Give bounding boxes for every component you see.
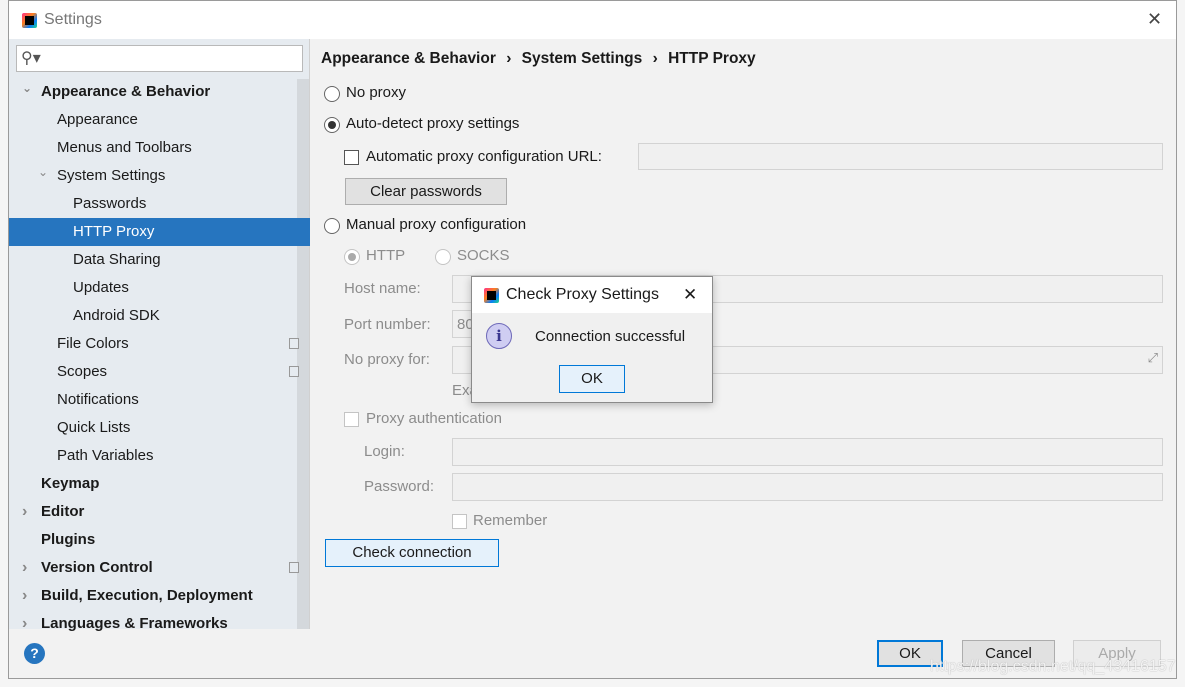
auto-config-url-checkbox[interactable] (344, 150, 359, 165)
clear-passwords-button[interactable]: Clear passwords (345, 178, 507, 205)
sidebar-item-label: Scopes (57, 363, 108, 380)
sidebar-item-label: Appearance & Behavior (41, 83, 211, 100)
proxy-auth-label[interactable]: Proxy authentication (366, 410, 502, 427)
breadcrumb-item: HTTP Proxy (668, 50, 756, 67)
login-input[interactable] (452, 438, 1163, 466)
auto-detect-radio[interactable] (324, 117, 340, 133)
dialog-ok-button[interactable]: OK (559, 365, 625, 393)
proxy-auth-checkbox[interactable] (344, 412, 359, 427)
breadcrumb-item[interactable]: Appearance & Behavior (321, 50, 496, 67)
sidebar-item-label: Version Control (41, 559, 153, 576)
sidebar-item[interactable]: Notifications (9, 386, 297, 414)
dialog-message: Connection successful (535, 328, 686, 345)
sidebar-item[interactable]: File Colors (9, 330, 299, 358)
no-proxy-for-label: No proxy for: (344, 351, 430, 368)
breadcrumb: Appearance & Behavior › System Settings … (321, 50, 756, 68)
breadcrumb-item[interactable]: System Settings (522, 50, 643, 67)
sidebar-item[interactable]: Menus and Toolbars (9, 134, 297, 162)
info-icon: i (486, 323, 512, 349)
sidebar-item[interactable]: › Version Control (9, 554, 299, 582)
remember-checkbox[interactable] (452, 514, 467, 529)
port-number-label: Port number: (344, 316, 431, 333)
auto-detect-label[interactable]: Auto-detect proxy settings (346, 115, 519, 132)
sidebar-item-label: Notifications (57, 391, 139, 408)
sidebar-item-label: System Settings (57, 167, 166, 184)
socks-radio[interactable] (435, 249, 451, 265)
sidebar-item[interactable]: Updates (9, 274, 297, 302)
project-scope-icon (289, 562, 299, 573)
sidebar-item-label: Plugins (41, 531, 96, 548)
breadcrumb-separator: › (652, 50, 658, 67)
chevron-right-icon[interactable]: › (22, 498, 27, 526)
sidebar-item[interactable]: Path Variables (9, 442, 297, 470)
help-icon[interactable]: ? (24, 643, 45, 664)
sidebar-item[interactable]: ⌄ Appearance & Behavior (9, 78, 297, 106)
sidebar-item-label: Build, Execution, Deployment (41, 587, 253, 604)
http-label[interactable]: HTTP (366, 247, 405, 264)
login-label: Login: (364, 443, 405, 460)
sidebar-item[interactable]: Android SDK (9, 302, 297, 330)
intellij-logo-icon (484, 288, 499, 303)
sidebar-item-label: Quick Lists (57, 419, 131, 436)
watermark: https://blog.csdn.net/qq_43416157 (930, 658, 1176, 675)
host-name-label: Host name: (344, 280, 421, 297)
auto-config-url-input[interactable] (638, 143, 1163, 170)
settings-sidebar: ⚲▾ ⌄ Appearance & Behavior Appearance Menus… (9, 39, 310, 632)
breadcrumb-separator: › (506, 50, 512, 67)
project-scope-icon (289, 338, 299, 349)
sidebar-item[interactable]: Quick Lists (9, 414, 297, 442)
manual-proxy-radio[interactable] (324, 218, 340, 234)
sidebar-item-label: Data Sharing (73, 251, 161, 268)
title-bar: Settings ✕ (9, 1, 1176, 39)
sidebar-item[interactable]: ⌄ System Settings (9, 162, 297, 190)
sidebar-item[interactable]: Plugins (9, 526, 297, 554)
sidebar-item-label: Appearance (57, 111, 138, 128)
window-title: Settings (44, 11, 102, 28)
dialog-title-bar: Check Proxy Settings ✕ (472, 277, 712, 313)
scrollbar[interactable] (297, 79, 309, 629)
sidebar-item-label: File Colors (57, 335, 129, 352)
sidebar-item[interactable]: Appearance (9, 106, 297, 134)
check-connection-button[interactable]: Check connection (325, 539, 499, 567)
chevron-right-icon[interactable]: › (22, 582, 27, 610)
sidebar-item-label: Android SDK (73, 307, 160, 324)
sidebar-item[interactable]: › Editor (9, 498, 297, 526)
sidebar-item[interactable]: Passwords (9, 190, 297, 218)
sidebar-item-label: Menus and Toolbars (57, 139, 192, 156)
check-proxy-dialog: Check Proxy Settings ✕ i Connection succ… (471, 276, 713, 403)
sidebar-item[interactable]: › Build, Execution, Deployment (9, 582, 297, 610)
no-proxy-label[interactable]: No proxy (346, 84, 406, 101)
remember-label[interactable]: Remember (473, 512, 547, 529)
sidebar-item-label: Path Variables (57, 447, 154, 464)
socks-label[interactable]: SOCKS (457, 247, 510, 264)
sidebar-item-label: Keymap (41, 475, 100, 492)
chevron-right-icon[interactable]: › (22, 554, 27, 582)
sidebar-item-label: Editor (41, 503, 85, 520)
sidebar-item-label: Passwords (73, 195, 147, 212)
project-scope-icon (289, 366, 299, 377)
sidebar-item-label: Updates (73, 279, 129, 296)
no-proxy-radio[interactable] (324, 86, 340, 102)
intellij-logo-icon (22, 13, 37, 28)
auto-config-url-label[interactable]: Automatic proxy configuration URL: (366, 148, 602, 165)
sidebar-item-label: HTTP Proxy (73, 223, 155, 240)
http-radio[interactable] (344, 249, 360, 265)
close-icon[interactable]: ✕ (1147, 9, 1162, 30)
sidebar-item[interactable]: Keymap (9, 470, 297, 498)
chevron-down-icon[interactable]: ⌄ (38, 158, 48, 186)
password-label: Password: (364, 478, 435, 495)
sidebar-item[interactable]: Data Sharing (9, 246, 297, 274)
chevron-down-icon[interactable]: ⌄ (22, 74, 32, 102)
dialog-close-icon[interactable]: ✕ (683, 285, 697, 305)
expand-icon[interactable]: ⤢ (1148, 350, 1158, 366)
password-input[interactable] (452, 473, 1163, 501)
sidebar-item[interactable]: Scopes (9, 358, 299, 386)
search-input[interactable]: ⚲▾ (16, 45, 303, 72)
http-proxy-panel: Appearance & Behavior › System Settings … (311, 39, 1177, 629)
sidebar-item[interactable]: HTTP Proxy (9, 218, 310, 246)
search-icon: ⚲▾ (21, 50, 41, 67)
manual-proxy-label[interactable]: Manual proxy configuration (346, 216, 526, 233)
dialog-title: Check Proxy Settings (506, 286, 659, 303)
